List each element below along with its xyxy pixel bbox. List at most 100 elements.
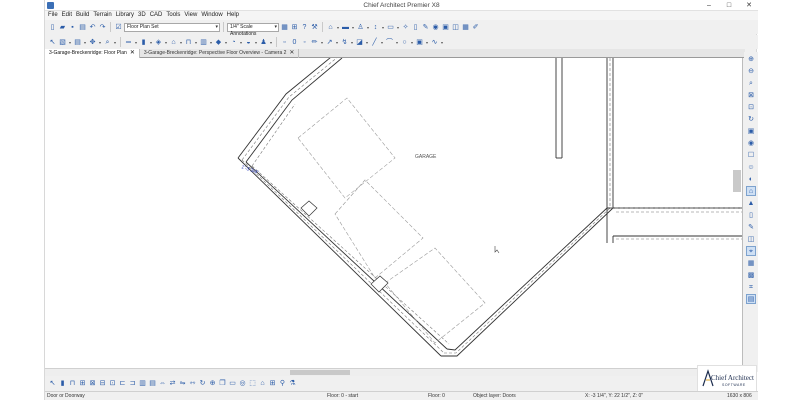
maximize-button[interactable]: □ <box>722 1 736 10</box>
arc-icon[interactable]: ⌒ <box>385 38 394 47</box>
open-doors-icon[interactable]: ⇔ <box>158 379 167 388</box>
camera-tool-icon[interactable]: ◒ <box>244 38 253 47</box>
roof-dropdown-icon[interactable]: ▾ <box>179 38 183 47</box>
move-icon[interactable]: ✥ <box>88 38 97 47</box>
rotate-icon[interactable]: ↻ <box>198 379 207 388</box>
menu-3d[interactable]: 3D <box>138 11 146 20</box>
fill-window-icon[interactable]: ⊠ <box>746 90 756 100</box>
center-icon[interactable]: ⊕ <box>208 379 217 388</box>
wall-icon[interactable]: ▬ <box>341 23 350 32</box>
open-folder-icon[interactable]: ▰ <box>58 23 67 32</box>
layer-display-icon[interactable]: ▦ <box>280 23 289 32</box>
copy-icon[interactable]: ❐ <box>218 379 227 388</box>
tools-icon[interactable]: ⚒ <box>310 23 319 32</box>
zoom-icon[interactable]: ⌕ <box>103 38 112 47</box>
tab-close-icon[interactable]: ✕ <box>130 49 135 58</box>
home-icon[interactable]: ⌂ <box>258 379 267 388</box>
pencil-icon[interactable]: ✐ <box>471 23 480 32</box>
dimension-label[interactable]: 1'-3 3/4" <box>240 164 259 176</box>
grid-icon[interactable]: ▦ <box>461 23 470 32</box>
edit-area-dropdown-icon[interactable]: ▾ <box>68 38 72 47</box>
library-icon[interactable]: ▭ <box>228 379 237 388</box>
doc-icon[interactable]: ▯ <box>411 23 420 32</box>
garage-door-icon[interactable]: ⊠ <box>88 379 97 388</box>
redo-icon[interactable]: ↷ <box>98 23 107 32</box>
angle-snap-icon[interactable]: ▩ <box>746 270 756 280</box>
stairs-dropdown-icon[interactable]: ▾ <box>164 38 168 47</box>
menu-library[interactable]: Library <box>116 11 134 20</box>
text-icon[interactable]: ◔ <box>229 38 238 47</box>
menu-view[interactable]: View <box>184 11 197 20</box>
close-button[interactable]: ✕ <box>742 1 756 10</box>
arrow-dropdown-icon[interactable]: ▾ <box>381 23 385 32</box>
orbit-icon[interactable]: ☺ <box>746 162 756 172</box>
menu-build[interactable]: Build <box>76 11 89 20</box>
flip-icon[interactable]: ⇄ <box>168 379 177 388</box>
opening-icon[interactable]: ⊐ <box>128 379 137 388</box>
arrow-icon[interactable]: ↕ <box>371 23 380 32</box>
pencil-tool-icon[interactable]: ✏ <box>310 38 319 47</box>
circle-icon[interactable]: ○ <box>400 38 409 47</box>
box-dropdown-icon[interactable]: ▾ <box>425 38 429 47</box>
door-tool-icon[interactable]: ▮ <box>58 379 67 388</box>
house-dropdown-icon[interactable]: ▾ <box>336 23 340 32</box>
house-icon[interactable]: ⌂ <box>326 23 335 32</box>
menu-cad[interactable]: CAD <box>150 11 163 20</box>
move-dropdown-icon[interactable]: ▾ <box>98 38 102 47</box>
layout-dropdown-icon[interactable]: ▾ <box>396 23 400 32</box>
minimize-button[interactable]: – <box>702 1 716 10</box>
blank-tool-icon[interactable]: ▫ <box>280 38 289 47</box>
person-tool-icon[interactable]: ♟ <box>259 38 268 47</box>
break-dropdown-icon[interactable]: ▾ <box>350 38 354 47</box>
refresh-icon[interactable]: ↻ <box>746 114 756 124</box>
save-icon[interactable]: ▪ <box>68 23 77 32</box>
wall-dropdown-icon[interactable]: ▾ <box>351 23 355 32</box>
bifold-door-icon[interactable]: ⊟ <box>98 379 107 388</box>
camera-view-icon[interactable]: ◉ <box>746 138 756 148</box>
grid-snap-icon[interactable]: ▦ <box>746 258 756 268</box>
undo-icon[interactable]: ↶ <box>88 23 97 32</box>
layer-toggle-icon[interactable]: ▤ <box>746 294 756 304</box>
horizontal-scrollbar[interactable] <box>45 368 743 376</box>
spark-icon[interactable]: ✧ <box>401 23 410 32</box>
walk-icon[interactable]: ◐ <box>746 174 756 184</box>
window-tool-dropdown-icon[interactable]: ▾ <box>209 38 213 47</box>
open-object-icon[interactable]: ▤ <box>73 38 82 47</box>
help-icon[interactable]: ? <box>300 23 309 32</box>
new-plan-icon[interactable]: ▯ <box>48 23 57 32</box>
diagonal-wall[interactable] <box>237 58 614 357</box>
person-tool-dropdown-icon[interactable]: ▾ <box>269 38 273 47</box>
layout-icon[interactable]: ▭ <box>386 23 395 32</box>
symbol-icon[interactable]: ⊞ <box>290 23 299 32</box>
door-icon[interactable]: ⊓ <box>184 38 193 47</box>
door-dropdown-icon[interactable]: ▾ <box>194 38 198 47</box>
roof-icon[interactable]: ⌂ <box>169 38 178 47</box>
panel-icon[interactable]: ▤ <box>148 379 157 388</box>
camera-small-icon[interactable]: ◎ <box>238 379 247 388</box>
terrain-dropdown-icon[interactable]: ▾ <box>224 38 228 47</box>
menu-terrain[interactable]: Terrain <box>93 11 111 20</box>
circle-dropdown-icon[interactable]: ▾ <box>410 38 414 47</box>
person-dropdown-icon[interactable]: ▾ <box>366 23 370 32</box>
view-icon[interactable]: ◫ <box>451 23 460 32</box>
swap-icon[interactable]: ⇋ <box>178 379 187 388</box>
transform-icon[interactable]: ↗ <box>325 38 334 47</box>
cabinet-dropdown-icon[interactable]: ▾ <box>149 38 153 47</box>
reference-icon[interactable]: ◫ <box>746 234 756 244</box>
pen-icon[interactable]: ✎ <box>421 23 430 32</box>
fill-dropdown-icon[interactable]: ▾ <box>365 38 369 47</box>
window-icon[interactable]: ▣ <box>441 23 450 32</box>
plan-set-select[interactable]: Floor Plan Set <box>124 22 220 32</box>
layer-set-icon[interactable]: ▣ <box>746 126 756 136</box>
menu-edit[interactable]: Edit <box>62 11 72 20</box>
line-dropdown-icon[interactable]: ▾ <box>380 38 384 47</box>
lock-icon[interactable]: ⬚ <box>248 379 257 388</box>
room-label[interactable]: GARAGE <box>415 154 437 160</box>
spline-icon[interactable]: ∿ <box>430 38 439 47</box>
camera-tool-dropdown-icon[interactable]: ▾ <box>254 38 258 47</box>
snap-icon[interactable]: ⌖ <box>746 246 756 256</box>
sliding-door-icon[interactable]: ⊞ <box>78 379 87 388</box>
pencil-tool-dropdown-icon[interactable]: ▾ <box>320 38 324 47</box>
box-icon[interactable]: ▣ <box>415 38 424 47</box>
menu-file[interactable]: File <box>48 11 58 20</box>
